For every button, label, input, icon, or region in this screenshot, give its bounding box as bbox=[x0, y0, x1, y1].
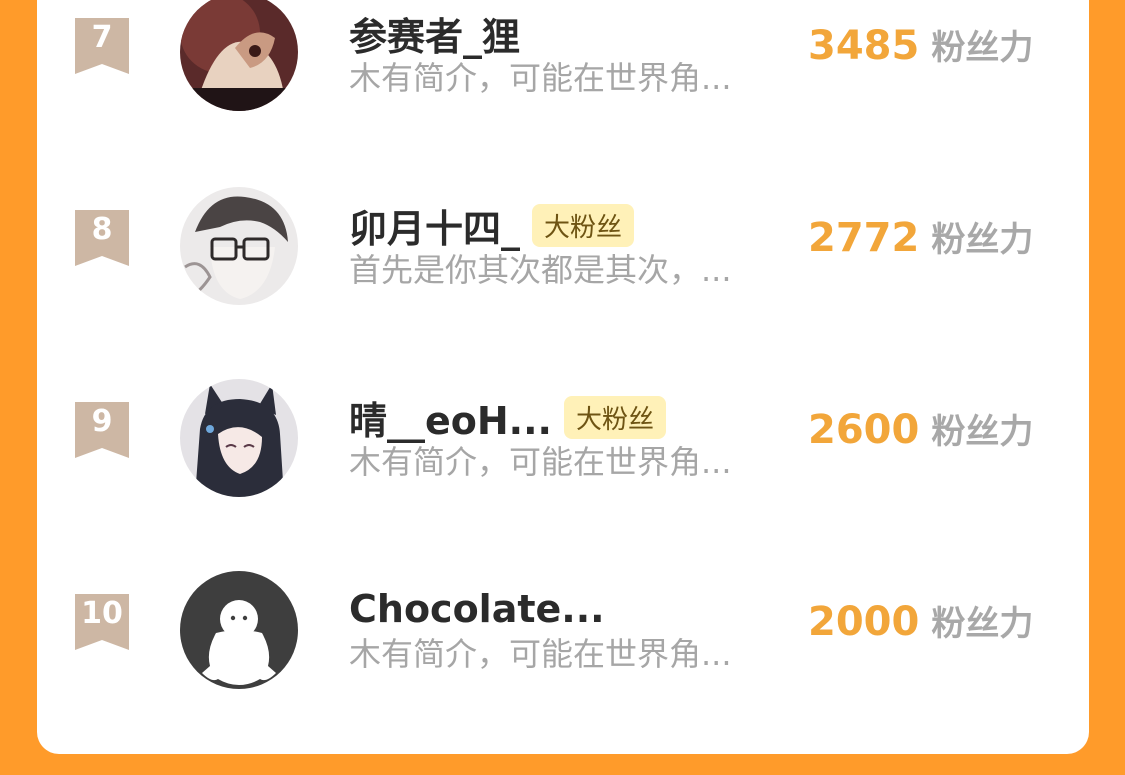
fan-score: 2772 bbox=[808, 215, 920, 261]
fan-score-unit: 粉丝力 bbox=[931, 28, 1034, 68]
fan-score-unit: 粉丝力 bbox=[931, 412, 1034, 452]
rank-number: 8 bbox=[91, 212, 113, 247]
leaderboard-card: 7 参赛者_狸 木有简介，可能在世界角... 3485 粉丝力 8 卯月十四_ … bbox=[37, 0, 1089, 754]
fan-score: 2600 bbox=[808, 407, 920, 453]
rank-badge: 9 bbox=[75, 402, 129, 458]
avatar[interactable] bbox=[180, 0, 298, 111]
rank-badge: 10 bbox=[75, 594, 129, 650]
list-item[interactable]: 9 晴__eoH... 大粉丝 木有简介，可能在世界角... 2600 粉丝力 bbox=[37, 352, 1089, 544]
avatar[interactable] bbox=[180, 379, 298, 497]
user-name[interactable]: Chocolate... bbox=[349, 587, 605, 631]
fan-score: 3485 bbox=[808, 23, 920, 69]
rank-badge: 8 bbox=[75, 210, 129, 266]
rank-number: 10 bbox=[81, 596, 123, 631]
big-fan-badge: 大粉丝 bbox=[532, 203, 635, 247]
user-bio: 木有简介，可能在世界角... bbox=[349, 59, 732, 97]
fan-score-unit: 粉丝力 bbox=[931, 604, 1034, 644]
fan-score: 2000 bbox=[808, 599, 920, 645]
user-bio: 木有简介，可能在世界角... bbox=[349, 635, 732, 673]
list-item[interactable]: 8 卯月十四_ 大粉丝 首先是你其次都是其次，... 2772 粉丝力 bbox=[37, 160, 1089, 352]
rank-badge: 7 bbox=[75, 18, 129, 74]
avatar[interactable] bbox=[180, 571, 298, 689]
user-bio: 木有简介，可能在世界角... bbox=[349, 443, 732, 481]
rank-number: 9 bbox=[91, 404, 113, 439]
list-item[interactable]: 7 参赛者_狸 木有简介，可能在世界角... 3485 粉丝力 bbox=[37, 0, 1089, 160]
list-item[interactable]: 10 Chocolate... 木有简介，可能在世界角... 2000 粉丝力 bbox=[37, 544, 1089, 736]
fan-score-unit: 粉丝力 bbox=[931, 220, 1034, 260]
avatar[interactable] bbox=[180, 187, 298, 305]
big-fan-badge: 大粉丝 bbox=[564, 395, 667, 439]
user-bio: 首先是你其次都是其次，... bbox=[349, 251, 732, 289]
rank-number: 7 bbox=[91, 20, 113, 55]
